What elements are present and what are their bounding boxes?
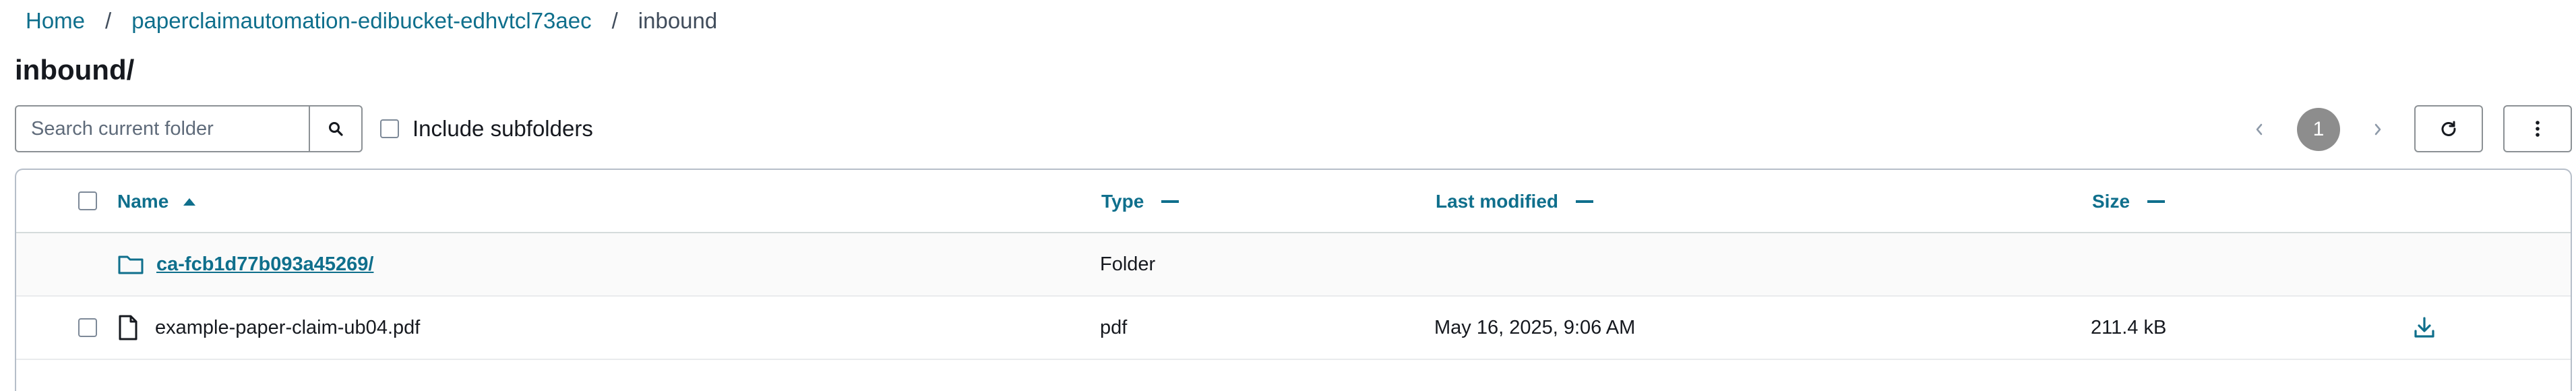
sort-none-icon (2147, 200, 2166, 203)
more-vertical-icon (2536, 121, 2540, 137)
search-icon (329, 122, 343, 136)
table-row[interactable]: ca-fcb1d77b093a45269/ Folder (16, 233, 2571, 297)
folder-icon (118, 255, 144, 274)
refresh-button[interactable] (2414, 105, 2483, 152)
column-header-size[interactable]: Size (2092, 170, 2166, 233)
type-cell: pdf (1100, 316, 1128, 338)
breadcrumb-separator: / (611, 8, 618, 33)
column-header-label: Size (2092, 191, 2130, 212)
search-input[interactable] (15, 105, 309, 152)
column-header-name[interactable]: Name (117, 170, 196, 233)
column-header-label: Last modified (1436, 191, 1559, 212)
column-header-last-modified[interactable]: Last modified (1436, 170, 1594, 233)
search-bar (15, 105, 363, 152)
sort-none-icon (1161, 200, 1179, 203)
prev-page-button[interactable] (2238, 108, 2281, 151)
select-all-checkbox[interactable] (78, 191, 97, 210)
chevron-right-icon (2374, 123, 2381, 136)
download-icon (2414, 317, 2434, 338)
folder-link[interactable]: ca-fcb1d77b093a45269/ (156, 253, 373, 276)
download-button[interactable] (2413, 297, 2436, 359)
column-header-label: Type (1101, 191, 1144, 212)
breadcrumb: Home / paperclaimautomation-edibucket-ed… (26, 5, 717, 36)
table-header: Name Type Last modified Size (16, 170, 2571, 233)
column-header-label: Name (117, 191, 169, 212)
include-subfolders-checkbox[interactable] (380, 119, 399, 138)
last-modified-cell: May 16, 2025, 9:06 AM (1434, 316, 1636, 338)
file-icon (119, 315, 137, 340)
breadcrumb-bucket-link[interactable]: paperclaimautomation-edibucket-edhvtcl73… (131, 8, 591, 34)
table-row[interactable]: example-paper-claim-ub04.pdf pdf May 16,… (16, 297, 2571, 360)
search-button[interactable] (309, 105, 363, 152)
name-cell: ca-fcb1d77b093a45269/ (117, 233, 373, 295)
page-title: inbound/ (15, 54, 135, 86)
page-number-button[interactable]: 1 (2297, 108, 2340, 151)
include-subfolders-toggle[interactable]: Include subfolders (380, 116, 593, 142)
refresh-icon (2441, 121, 2456, 136)
breadcrumb-separator: / (105, 8, 112, 33)
chevron-left-icon (2256, 123, 2263, 136)
pagination: 1 (2238, 108, 2399, 151)
column-header-type[interactable]: Type (1101, 170, 1179, 233)
more-actions-button[interactable] (2503, 105, 2572, 152)
breadcrumb-current: inbound (638, 8, 718, 33)
next-page-button[interactable] (2356, 108, 2399, 151)
sort-none-icon (1576, 200, 1594, 203)
include-subfolders-label: Include subfolders (412, 116, 593, 141)
file-name[interactable]: example-paper-claim-ub04.pdf (155, 317, 420, 339)
type-cell: Folder (1100, 253, 1156, 275)
objects-table: Name Type Last modified Size ca-fcb1d77b… (15, 169, 2572, 391)
sort-ascending-icon (183, 198, 196, 206)
size-cell: 211.4 kB (2091, 316, 2167, 338)
row-select-checkbox[interactable] (78, 318, 97, 337)
breadcrumb-home-link[interactable]: Home (26, 8, 85, 34)
name-cell: example-paper-claim-ub04.pdf (117, 297, 420, 359)
